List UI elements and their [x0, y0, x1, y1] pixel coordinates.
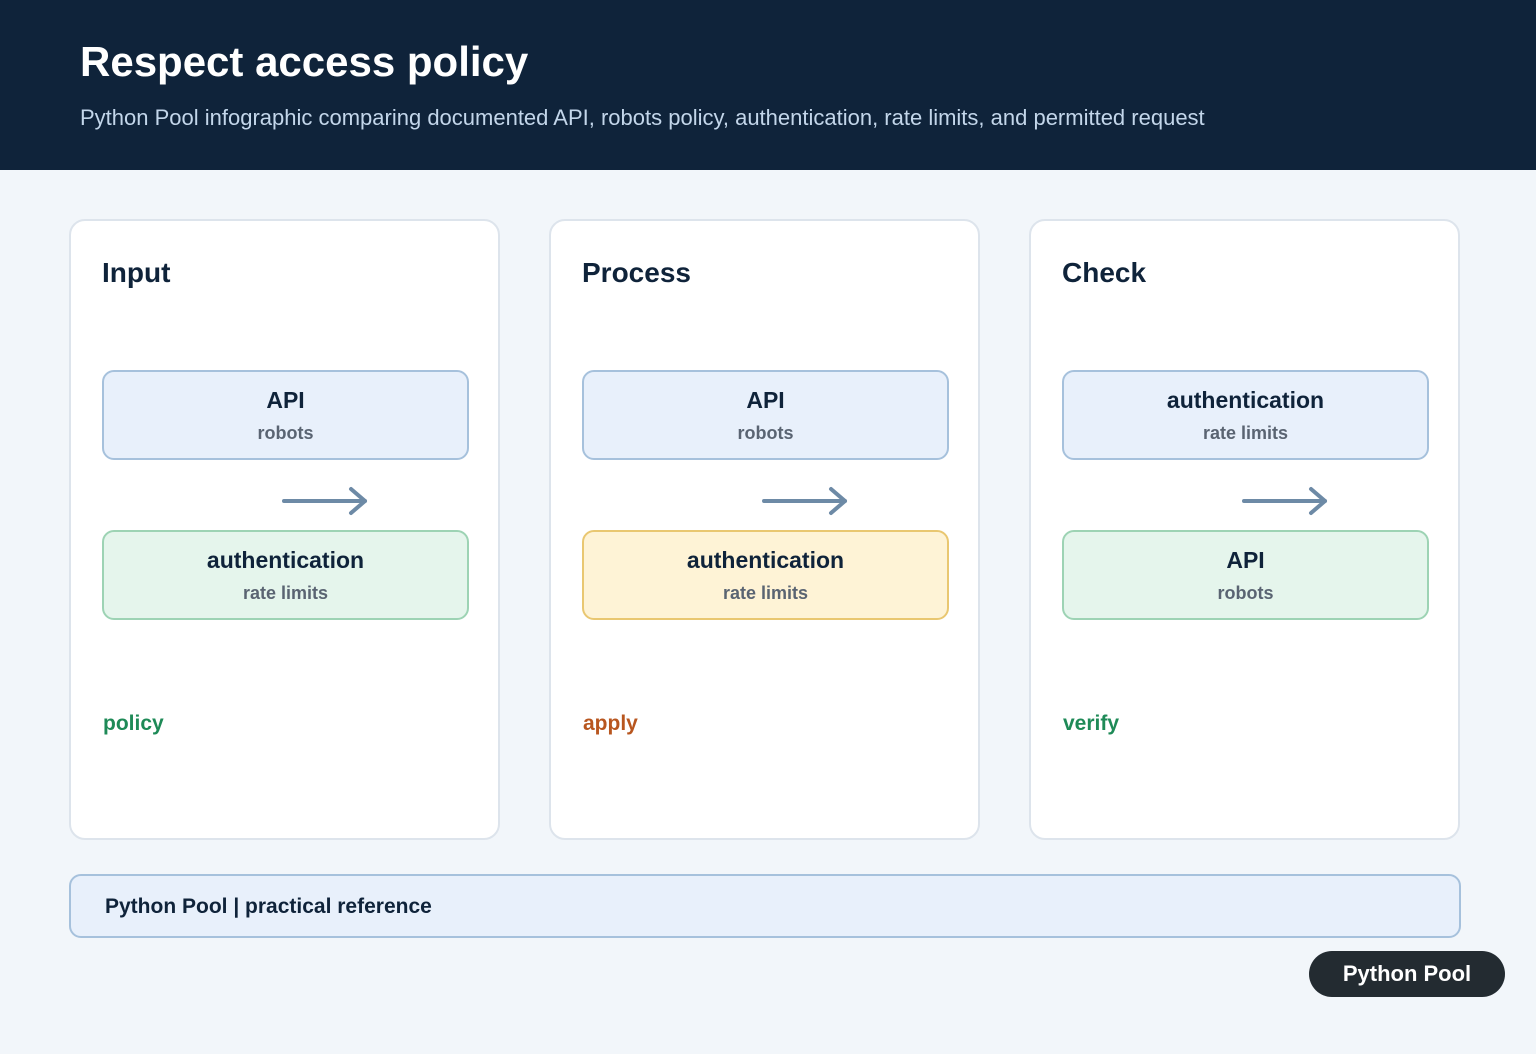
top-box: authentication rate limits	[1062, 370, 1429, 460]
arrow-right-icon	[762, 487, 847, 515]
top-box: API robots	[102, 370, 469, 460]
footer-label: Python Pool | practical reference	[105, 895, 432, 918]
panel-process: Process API robots authentication rate l…	[549, 219, 980, 840]
bottom-box: API robots	[1062, 530, 1429, 620]
panel-title: Process	[582, 257, 691, 288]
box-sub-label: robots	[737, 423, 794, 443]
box-sub-label: rate limits	[242, 583, 329, 603]
arrow-right-icon	[1242, 487, 1327, 515]
arrow-right-icon	[282, 487, 367, 515]
panel-tag: apply	[583, 712, 638, 735]
panel-tag: policy	[103, 712, 164, 735]
box-sub-label: rate limits	[722, 583, 809, 603]
footer-bar: Python Pool | practical reference	[69, 874, 1461, 938]
panel-title: Check	[1062, 257, 1147, 288]
box-sub-label: robots	[257, 423, 314, 443]
bottom-box: authentication rate limits	[582, 530, 949, 620]
brand-badge: Python Pool	[1309, 951, 1505, 997]
top-box: API robots	[582, 370, 949, 460]
page-title: Respect access policy	[80, 38, 529, 85]
panel-title: Input	[102, 257, 171, 288]
box-main-label: authentication	[1166, 387, 1325, 413]
box-main-label: API	[1226, 547, 1265, 573]
box-sub-label: robots	[1217, 583, 1274, 603]
bottom-box: authentication rate limits	[102, 530, 469, 620]
panel-check: Check authentication rate limits API rob…	[1029, 219, 1460, 840]
box-main-label: authentication	[206, 547, 365, 573]
box-main-label: API	[266, 387, 305, 413]
header: Respect access policy Python Pool infogr…	[0, 0, 1536, 170]
page-subtitle: Python Pool infographic comparing docume…	[80, 105, 1205, 130]
box-main-label: API	[746, 387, 785, 413]
box-main-label: authentication	[686, 547, 845, 573]
panel-input: Input API robots authentication rate lim…	[69, 219, 500, 840]
box-sub-label: rate limits	[1202, 423, 1289, 443]
panel-tag: verify	[1063, 712, 1120, 735]
